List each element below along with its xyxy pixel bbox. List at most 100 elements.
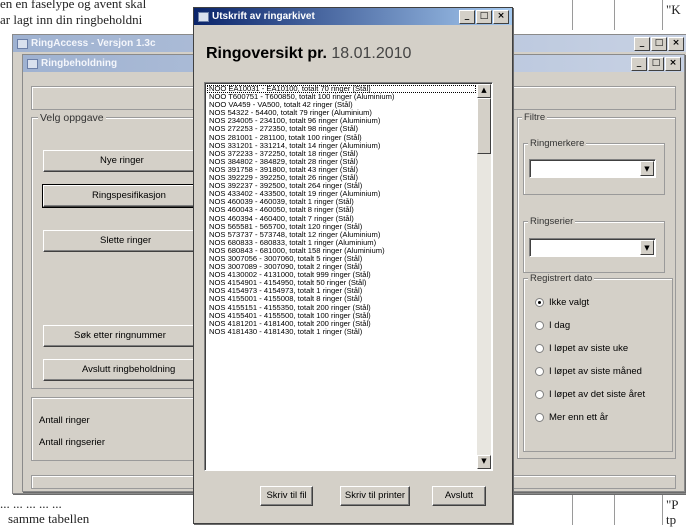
maximize-icon[interactable]: □ [476,10,492,24]
app-title: RingAccess - Versjon 1.3c [31,38,156,49]
scroll-thumb[interactable] [477,98,491,154]
exit-button[interactable]: Avslutt [432,486,486,506]
list-item[interactable]: NOS 565581 - 565700, totalt 120 ringer (… [207,223,476,231]
date-radio-week[interactable]: I løpet av siste uke [535,343,628,354]
ring-specification-button[interactable]: Ringspesifikasjon [42,184,214,208]
scroll-down-icon[interactable]: ▼ [477,455,491,469]
list-item[interactable]: NOS 460043 - 460050, totalt 8 ringer (St… [207,206,476,214]
list-item[interactable]: NOS 3007056 - 3007060, totalt 5 ringer (… [207,255,476,263]
ringmerkere-select[interactable]: ▼ [529,159,656,178]
chevron-down-icon[interactable]: ▼ [640,161,654,176]
date-radio-today[interactable]: I dag [535,320,570,331]
inner-title: Ringbeholdning [41,58,118,69]
doc-table-line [614,0,615,30]
list-item[interactable]: NOS 4154901 - 4154950, totalt 50 ringer … [207,279,476,287]
filter-group-label: Filtre [522,112,548,123]
list-item[interactable]: NOS 384802 - 384829, totalt 28 ringer (S… [207,158,476,166]
list-item[interactable]: NOS 573737 - 573748, totalt 12 ringer (A… [207,231,476,239]
radio-label: I løpet av det siste året [549,389,646,400]
print-dialog: Utskrift av ringarkivet _ □ × Ringoversi… [193,7,513,524]
doc-table-line [572,0,573,30]
series-count-label: Antall ringserier [39,437,105,448]
dialog-title: Utskrift av ringarkivet [212,11,315,22]
close-icon[interactable]: × [668,37,684,51]
list-item[interactable]: NOS 4155151 - 4155350, totalt 200 ringer… [207,304,476,312]
overview-heading-label: Ringoversikt pr. [206,45,327,62]
list-item[interactable]: NOS 4181430 - 4181430, totalt 1 ringer (… [207,328,476,336]
maximize-icon[interactable]: □ [648,57,664,71]
minimize-icon[interactable]: _ [459,10,475,24]
radio-icon[interactable] [535,321,544,330]
window-icon [198,12,209,22]
ring-list-items: NOO EA10031 - EA10100, totalt 70 ringer … [207,85,476,336]
date-radio-month[interactable]: I løpet av siste måned [535,366,642,377]
list-item[interactable]: NOS 392229 - 392250, totalt 26 ringer (S… [207,174,476,182]
list-item[interactable]: NOO T600751 - T600850, totalt 100 ringer… [207,93,476,101]
list-scrollbar[interactable]: ▲ ▼ [477,84,491,469]
list-item[interactable]: NOO VA459 - VA500, totalt 42 ringer (Stå… [207,101,476,109]
chevron-down-icon[interactable]: ▼ [640,240,654,255]
list-item[interactable]: NOS 680833 - 680833, totalt 1 ringer (Al… [207,239,476,247]
radio-icon[interactable] [535,344,544,353]
write-to-file-button[interactable]: Skriv til fil [260,486,313,506]
radio-icon[interactable] [535,413,544,422]
search-ring-number-button[interactable]: Søk etter ringnummer [43,325,213,347]
radio-icon[interactable] [535,390,544,399]
list-item[interactable]: NOS 234005 - 234100, totalt 96 ringer (A… [207,117,476,125]
scroll-up-icon[interactable]: ▲ [477,84,491,98]
list-item[interactable]: NOS 281001 - 281100, totalt 100 ringer (… [207,134,476,142]
minimize-icon[interactable]: _ [631,57,647,71]
list-item[interactable]: NOS 4154973 - 4154973, totalt 1 ringer (… [207,287,476,295]
counts-group [31,397,218,461]
minimize-icon[interactable]: _ [634,37,650,51]
list-item[interactable]: NOS 460394 - 460400, totalt 7 ringer (St… [207,215,476,223]
close-icon[interactable]: × [493,10,509,24]
list-item[interactable]: NOS 272253 - 272350, totalt 98 ringer (S… [207,125,476,133]
doc-table-line [662,0,663,30]
list-item[interactable]: NOS 372233 - 372250, totalt 18 ringer (S… [207,150,476,158]
dialog-titlebar: Utskrift av ringarkivet _ □ × [194,8,512,25]
delete-rings-button[interactable]: Slette ringer [43,230,213,252]
list-item[interactable]: NOS 680843 - 681000, totalt 158 ringer (… [207,247,476,255]
radio-label: I løpet av siste måned [549,366,642,377]
ringmerkere-label: Ringmerkere [528,138,587,149]
doc-mark-1: "K [666,2,681,17]
exit-inventory-button[interactable]: Avslutt ringbeholdning [43,359,213,381]
list-item[interactable]: NOO EA10031 - EA10100, totalt 70 ringer … [207,85,476,94]
doc-table-line [614,492,615,525]
task-group-label: Velg oppgave [38,112,106,124]
list-item[interactable]: NOS 4181201 - 4181400, totalt 200 ringer… [207,320,476,328]
list-item[interactable]: NOS 4155001 - 4155008, totalt 8 ringer (… [207,295,476,303]
app-icon [17,39,28,49]
doc-line-3: ... ... ... ... ... [0,496,62,511]
maximize-icon[interactable]: □ [651,37,667,51]
ring-list[interactable]: NOO EA10031 - EA10100, totalt 70 ringer … [204,82,493,471]
list-item[interactable]: NOS 391758 - 391800, totalt 43 ringer (S… [207,166,476,174]
date-radio-year[interactable]: I løpet av det siste året [535,389,645,400]
list-item[interactable]: NOS 4155401 - 4155500, totalt 100 ringer… [207,312,476,320]
radio-label: I dag [549,320,571,331]
list-item[interactable]: NOS 3007089 - 3007090, totalt 2 ringer (… [207,263,476,271]
list-item[interactable]: NOS 392237 - 392500, totalt 264 ringer (… [207,182,476,190]
doc-mark-3: tp [666,512,677,527]
new-rings-button[interactable]: Nye ringer [43,150,213,172]
window-icon [27,59,38,69]
list-item[interactable]: NOS 460039 - 460039, totalt 1 ringer (St… [207,198,476,206]
date-radio-older[interactable]: Mer enn ett år [535,412,608,423]
doc-table-line [662,492,663,525]
date-group-label: Registrert dato [528,273,595,284]
list-item[interactable]: NOS 433402 - 433500, totalt 19 ringer (A… [207,190,476,198]
radio-selected-icon[interactable] [535,298,544,307]
list-item[interactable]: NOS 331201 - 331214, totalt 14 ringer (A… [207,142,476,150]
write-to-printer-button[interactable]: Skriv til printer [340,486,410,506]
ring-count-label: Antall ringer [39,415,90,426]
list-item[interactable]: NOS 54322 - 54400, totalt 79 ringer (Alu… [207,109,476,117]
close-icon[interactable]: × [665,57,681,71]
radio-label: Mer enn ett år [549,412,609,423]
list-item[interactable]: NOS 4130002 - 4131000, totalt 999 ringer… [207,271,476,279]
radio-icon[interactable] [535,367,544,376]
overview-heading: Ringoversikt pr. 18.01.2010 [206,45,411,63]
ringserier-select[interactable]: ▼ [529,238,656,257]
date-radio-not-chosen[interactable]: Ikke valgt [535,297,589,308]
doc-mark-2: "P [666,497,679,512]
